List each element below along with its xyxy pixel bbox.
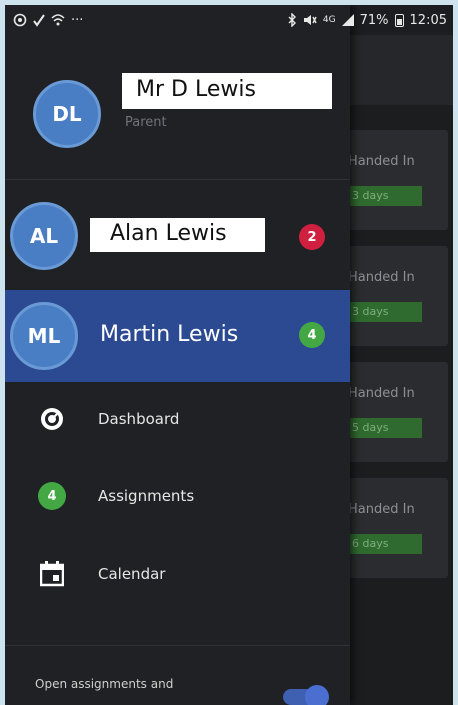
card-due: 3 days	[348, 186, 422, 206]
status-bar: ··· 4G 71% 12:05	[5, 5, 453, 35]
nav-label: Assignments	[98, 487, 195, 505]
child-avatar: ML	[10, 302, 78, 370]
check-icon	[33, 14, 45, 27]
notification-toggle[interactable]	[283, 685, 329, 705]
background-header	[350, 35, 453, 105]
status-left: ···	[13, 13, 83, 28]
wifi-icon	[51, 14, 65, 26]
assignment-card[interactable]: Handed In 3 days	[340, 130, 448, 230]
child-avatar: AL	[10, 202, 78, 270]
assignment-card[interactable]: Handed In 6 days	[340, 478, 448, 578]
nav-assignments[interactable]: 4 Assignments	[5, 467, 350, 527]
assignment-card[interactable]: Handed In 3 days	[340, 246, 448, 346]
card-due: 5 days	[348, 418, 422, 438]
bluetooth-icon	[288, 13, 296, 27]
child-item-alan[interactable]: AL Alan Lewis 2	[5, 200, 350, 292]
status-right: 4G 71% 12:05	[287, 13, 447, 28]
settings-icon	[13, 13, 27, 27]
battery-percent: 71%	[359, 12, 389, 28]
card-status: Handed In	[348, 270, 415, 285]
nav-dashboard[interactable]: Dashboard	[5, 390, 350, 450]
dashboard-icon	[37, 404, 67, 434]
card-due: 6 days	[348, 534, 422, 554]
account-role: Parent	[125, 115, 167, 130]
child-count-badge: 2	[299, 224, 325, 250]
card-status: Handed In	[348, 502, 415, 517]
more-icon: ···	[71, 12, 84, 28]
notification-setting-label: Open assignments and	[35, 677, 174, 691]
assignments-count-icon: 4	[37, 481, 67, 511]
child-name: Martin Lewis	[100, 322, 239, 347]
mute-icon	[303, 15, 317, 25]
navigation-drawer: DL Mr D Lewis Parent AL Alan Lewis 2 ML …	[5, 5, 350, 705]
calendar-icon	[37, 559, 67, 589]
divider	[5, 645, 350, 646]
background-content: Handed In 3 days Handed In 3 days Handed…	[340, 35, 453, 705]
child-count-badge: 4	[299, 322, 325, 348]
nav-label: Dashboard	[98, 410, 180, 428]
child-name: Alan Lewis	[110, 221, 227, 246]
phone-screen: ··· 4G 71% 12:05 Handed In 3 days Handed…	[5, 5, 453, 705]
clock: 12:05	[409, 12, 447, 28]
nav-calendar[interactable]: Calendar	[5, 545, 350, 605]
signal-icon	[341, 14, 354, 26]
toggle-knob	[305, 685, 329, 705]
child-item-martin[interactable]: ML Martin Lewis 4	[5, 290, 350, 382]
account-header[interactable]: DL Mr D Lewis Parent	[5, 35, 350, 180]
nav-label: Calendar	[98, 565, 166, 583]
card-status: Handed In	[348, 386, 415, 401]
assignment-card[interactable]: Handed In 5 days	[340, 362, 448, 462]
account-avatar: DL	[33, 80, 101, 148]
card-status: Handed In	[348, 154, 415, 169]
network-type-label: 4G	[322, 15, 336, 25]
battery-icon	[394, 13, 404, 27]
card-due: 3 days	[348, 302, 422, 322]
account-name: Mr D Lewis	[122, 73, 332, 109]
